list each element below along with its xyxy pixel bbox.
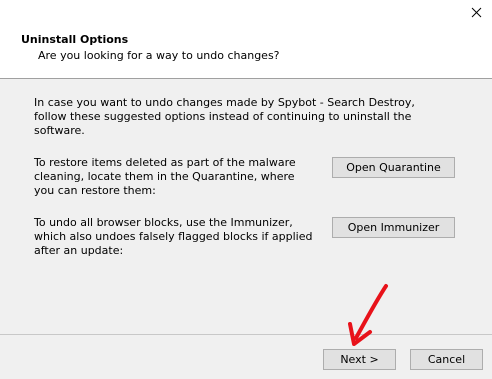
page-title: Uninstall Options — [21, 33, 129, 46]
footer-divider — [0, 334, 492, 335]
quarantine-description: To restore items deleted as part of the … — [34, 156, 296, 197]
immunizer-description: To undo all browser blocks, use the Immu… — [34, 216, 313, 257]
next-button[interactable]: Next > — [323, 349, 396, 370]
intro-text: In case you want to undo changes made by… — [34, 96, 415, 137]
close-button[interactable] — [463, 2, 489, 22]
wizard-header: Uninstall Options Are you looking for a … — [0, 0, 492, 79]
close-icon — [471, 7, 481, 17]
annotation-arrow-icon — [348, 284, 388, 346]
open-immunizer-button[interactable]: Open Immunizer — [332, 217, 455, 238]
open-quarantine-button[interactable]: Open Quarantine — [332, 157, 455, 178]
page-subtitle: Are you looking for a way to undo change… — [38, 49, 280, 62]
cancel-button[interactable]: Cancel — [410, 349, 483, 370]
